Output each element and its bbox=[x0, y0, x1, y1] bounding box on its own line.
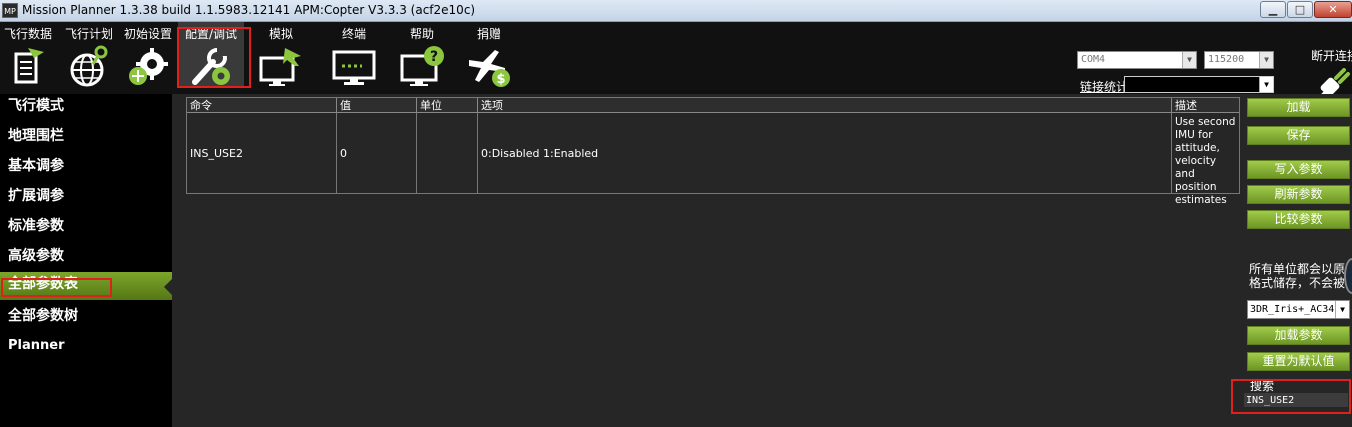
tool-label: 飞行计划 bbox=[64, 27, 113, 41]
nav-item-planner[interactable]: Planner bbox=[0, 334, 172, 362]
flight-data-icon bbox=[14, 48, 44, 84]
port-value: COM4 bbox=[1081, 54, 1106, 65]
cell-unit-container bbox=[417, 113, 478, 194]
tool-donate[interactable]: 捐赠 $ bbox=[460, 22, 518, 92]
cell-command: INS_USE2 bbox=[190, 147, 243, 160]
main-toolbar: 飞行数据 飞行计划 初始设置 配置/调试 模拟 终端 帮助 ? 捐赠 $ COM… bbox=[0, 22, 1352, 106]
compare-params-button[interactable]: 比较参数 bbox=[1247, 210, 1350, 229]
simulation-icon bbox=[259, 48, 301, 86]
load-button[interactable]: 加载 bbox=[1247, 98, 1350, 117]
nav-item-geofence[interactable]: 地理围栏 bbox=[0, 124, 172, 152]
tool-label: 终端 bbox=[341, 27, 366, 41]
tool-initial-setup[interactable]: 初始设置 bbox=[120, 22, 176, 92]
nav-item-full-param-tree[interactable]: 全部参数树 bbox=[0, 304, 172, 332]
tool-label: 捐赠 bbox=[476, 27, 501, 41]
load-params-button[interactable]: 加载参数 bbox=[1247, 326, 1350, 345]
param-preset-select[interactable]: 3DR_Iris+_AC34 ▼ bbox=[1247, 300, 1350, 319]
units-note: 所有单位都会以原 格式储存，不会被 bbox=[1249, 262, 1352, 290]
reset-default-button[interactable]: 重置为默认值 bbox=[1247, 352, 1350, 371]
port-select[interactable]: COM4 ▼ bbox=[1077, 51, 1197, 69]
nav-item-basic-tuning[interactable]: 基本调参 bbox=[0, 154, 172, 182]
help-icon: ? bbox=[400, 46, 444, 86]
close-button[interactable]: ✕ bbox=[1314, 1, 1352, 18]
preset-value: 3DR_Iris+_AC34 bbox=[1250, 304, 1335, 315]
cell-value[interactable]: 0 bbox=[340, 147, 347, 160]
maximize-button[interactable]: □ bbox=[1287, 1, 1313, 18]
tool-simulation[interactable]: 模拟 bbox=[250, 22, 312, 92]
minimize-button[interactable]: ▁ bbox=[1260, 1, 1286, 18]
cell-value-container[interactable]: 0 bbox=[337, 113, 417, 194]
chevron-down-icon[interactable]: ▼ bbox=[1259, 52, 1273, 68]
nav-item-standard-params[interactable]: 标准参数 bbox=[0, 214, 172, 242]
tool-help[interactable]: 帮助 ? bbox=[393, 22, 451, 92]
nav-item-extended-tuning[interactable]: 扩展调参 bbox=[0, 184, 172, 212]
flight-plan-icon bbox=[70, 45, 108, 87]
column-header-value[interactable]: 值 bbox=[337, 98, 417, 113]
nav-item-advanced-params[interactable]: 高级参数 bbox=[0, 244, 172, 272]
svg-text:?: ? bbox=[430, 49, 438, 65]
table-row[interactable]: INS_USE2 bbox=[187, 113, 337, 194]
write-params-button[interactable]: 写入参数 bbox=[1247, 160, 1350, 179]
svg-text:$: $ bbox=[496, 72, 505, 87]
cell-description: Use second IMU for attitude, velocity an… bbox=[1175, 116, 1236, 206]
left-nav: 飞行模式 地理围栏 基本调参 扩展调参 标准参数 高级参数 全部参数表 全部参数… bbox=[0, 94, 172, 427]
save-button[interactable]: 保存 bbox=[1247, 126, 1350, 145]
column-header-command[interactable]: 命令 bbox=[187, 98, 337, 113]
chevron-down-icon[interactable]: ▼ bbox=[1259, 77, 1273, 92]
cell-options: 0:Disabled 1:Enabled bbox=[481, 147, 599, 160]
baud-select[interactable]: 115200 ▼ bbox=[1204, 51, 1274, 69]
cell-options-container: 0:Disabled 1:Enabled bbox=[478, 113, 1172, 194]
tool-label: 模拟 bbox=[268, 27, 293, 41]
window-title: Mission Planner 1.3.38 build 1.1.5983.12… bbox=[22, 3, 476, 17]
units-note-line: 格式储存，不会被 bbox=[1249, 276, 1346, 290]
tool-label: 飞行数据 bbox=[3, 27, 52, 41]
connect-label[interactable]: 断开连接 bbox=[1311, 47, 1352, 64]
tool-label: 初始设置 bbox=[123, 27, 172, 41]
param-grid: 命令 值 单位 选项 描述 INS_USE2 0 0:Disabled 1:En… bbox=[186, 97, 1240, 206]
column-header-unit[interactable]: 单位 bbox=[417, 98, 478, 113]
initial-setup-icon bbox=[129, 48, 168, 85]
title-bar: MP Mission Planner 1.3.38 build 1.1.5983… bbox=[0, 0, 1352, 22]
refresh-params-button[interactable]: 刷新参数 bbox=[1247, 185, 1350, 204]
config-tuning-highlight bbox=[177, 27, 251, 88]
link-stats-select[interactable]: ▼ bbox=[1124, 76, 1274, 93]
units-note-line: 所有单位都会以原 bbox=[1249, 262, 1346, 276]
column-header-description[interactable]: 描述 bbox=[1172, 98, 1239, 113]
chevron-down-icon[interactable]: ▼ bbox=[1335, 301, 1349, 318]
chevron-down-icon[interactable]: ▼ bbox=[1182, 52, 1196, 68]
tool-label: 帮助 bbox=[409, 27, 434, 41]
tool-terminal[interactable]: 终端 bbox=[325, 22, 383, 92]
tool-flight-data[interactable]: 飞行数据 bbox=[0, 22, 56, 92]
nav-selection-highlight bbox=[1, 278, 112, 297]
column-header-options[interactable]: 选项 bbox=[478, 98, 1172, 113]
app-logo-icon: MP bbox=[2, 3, 18, 18]
link-stats-link[interactable]: 链接统计 bbox=[1080, 78, 1128, 95]
terminal-icon bbox=[332, 50, 376, 85]
tool-flight-plan[interactable]: 飞行计划 bbox=[58, 22, 120, 92]
nav-item-flight-modes[interactable]: 飞行模式 bbox=[0, 94, 172, 122]
donate-icon: $ bbox=[469, 50, 510, 87]
search-highlight bbox=[1231, 379, 1351, 414]
baud-value: 115200 bbox=[1208, 54, 1245, 65]
